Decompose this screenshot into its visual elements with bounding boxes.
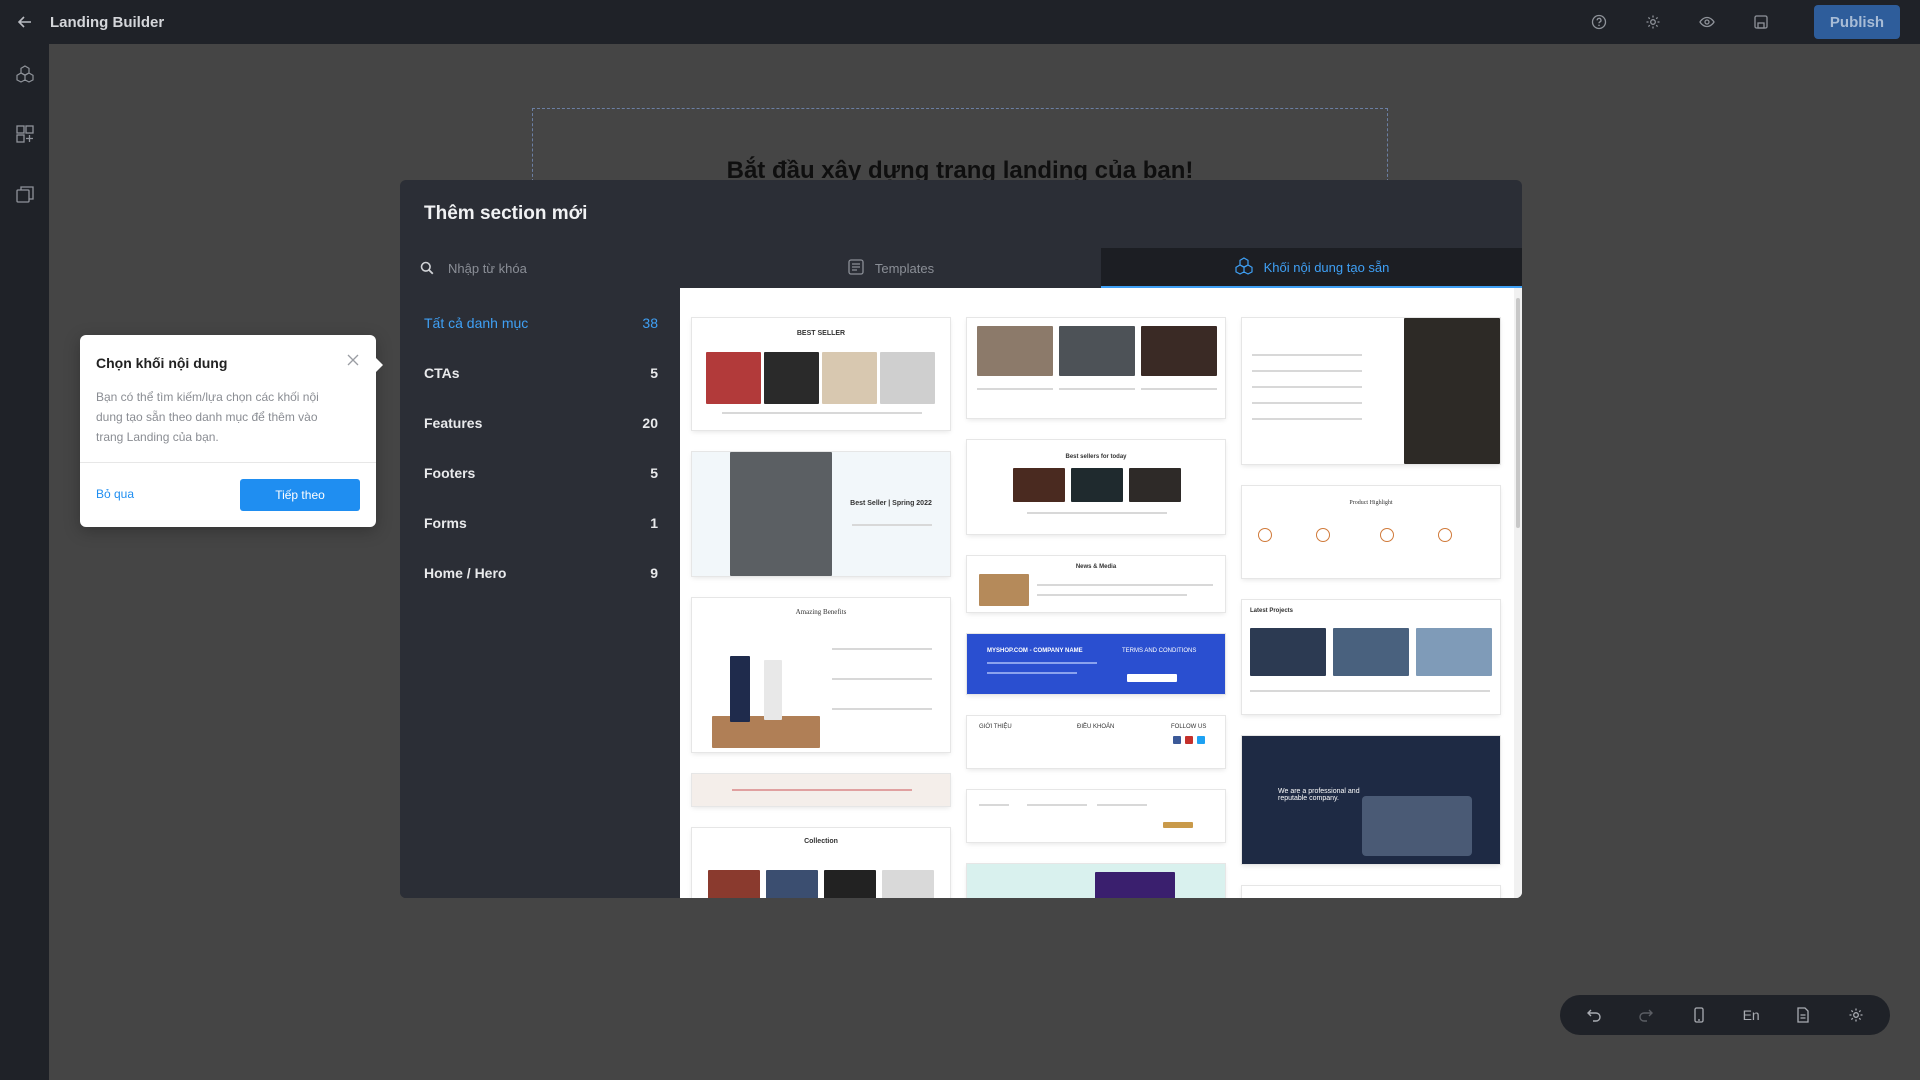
block-preview-card[interactable] (967, 318, 1225, 418)
bottom-toolbar: En (1560, 995, 1890, 1035)
sections-grid-icon[interactable] (0, 104, 49, 164)
block-preview-grid: BEST SELLER Best Seller | Spring 2022 Am… (680, 288, 1514, 898)
tab-label: Templates (874, 260, 935, 276)
block-preview-card[interactable]: MYSHOP.COM - COMPANY NAME TERMS AND COND… (967, 634, 1225, 694)
block-preview-card[interactable] (967, 790, 1225, 842)
tooltip-title: Chọn khối nội dung (96, 355, 228, 371)
preview-title: BEST SELLER (796, 330, 846, 337)
preview-title: TERMS AND CONDITIONS (1122, 648, 1197, 654)
block-preview-card[interactable]: BEST SELLER (692, 318, 950, 430)
preview-title: Latest Projects (1250, 608, 1294, 614)
preview-title: Collection (804, 838, 838, 845)
next-button[interactable]: Tiếp theo (240, 479, 360, 511)
category-sidebar: Nhập từ khóa Tất cả danh mục 38 CTAs 5 Fea… (400, 248, 680, 898)
add-section-modal: Thêm section mới Nhập từ khóa Tất cả dan… (400, 180, 1522, 898)
undo-icon[interactable] (1574, 995, 1614, 1035)
block-preview-card[interactable]: Best sellers for today (967, 440, 1225, 534)
preview-title: News & Media (1075, 564, 1117, 570)
block-preview-card[interactable] (1242, 318, 1500, 464)
search-placeholder: Nhập từ khóa (448, 260, 527, 276)
block-preview-card[interactable] (1242, 886, 1500, 898)
block-preview-card[interactable]: Best Seller | Spring 2022 (692, 452, 950, 576)
block-preview-card[interactable] (967, 864, 1225, 898)
help-icon[interactable] (1572, 0, 1626, 44)
preview-eye-icon[interactable] (1680, 0, 1734, 44)
preview-scrollbar[interactable] (1514, 288, 1522, 898)
onboarding-tooltip: Chọn khối nội dung Bạn có thể tìm kiếm/l… (80, 335, 383, 527)
tooltip-body: Bạn có thể tìm kiếm/lựa chọn các khối nộ… (96, 390, 319, 444)
category-label: CTAs (424, 365, 460, 381)
category-count: 20 (642, 415, 658, 431)
tab-prebuilt-blocks[interactable]: Khối nội dung tạo sẵn (1101, 248, 1522, 288)
preview-title: GIỚI THIỆU (979, 724, 1012, 730)
block-preview-card[interactable]: News & Media (967, 556, 1225, 612)
save-icon[interactable] (1734, 0, 1788, 44)
mobile-view-icon[interactable] (1679, 995, 1719, 1035)
blocks-icon[interactable] (0, 44, 49, 104)
settings-icon[interactable] (1836, 995, 1876, 1035)
search-box[interactable]: Nhập từ khóa (400, 248, 680, 288)
page-settings-icon[interactable] (1783, 995, 1823, 1035)
skip-button[interactable]: Bỏ qua (96, 487, 134, 501)
settings-icon[interactable] (1626, 0, 1680, 44)
language-toggle[interactable]: En (1731, 995, 1771, 1035)
block-preview-card[interactable] (692, 774, 950, 806)
category-count: 1 (650, 515, 658, 531)
category-count: 5 (650, 365, 658, 381)
preview-title: Product Highlight (1349, 500, 1393, 506)
search-icon (420, 261, 434, 275)
top-bar: Landing Builder Publish (0, 0, 1920, 44)
category-label: Features (424, 415, 483, 431)
close-icon[interactable] (346, 353, 360, 372)
block-preview-card[interactable]: We are a professional and reputable comp… (1242, 736, 1500, 864)
category-ctas[interactable]: CTAs 5 (400, 348, 680, 398)
app-title: Landing Builder (50, 13, 165, 31)
tooltip-divider (80, 462, 376, 463)
publish-button[interactable]: Publish (1814, 5, 1900, 39)
category-count: 5 (650, 465, 658, 481)
preview-title: MYSHOP.COM - COMPANY NAME (987, 648, 1083, 654)
category-label: Forms (424, 515, 467, 531)
tab-templates[interactable]: Templates (680, 248, 1101, 288)
preview-title: Best sellers for today (1065, 454, 1127, 460)
preview-title: Amazing Benefits (795, 608, 847, 616)
category-forms[interactable]: Forms 1 (400, 498, 680, 548)
redo-icon[interactable] (1626, 995, 1666, 1035)
blocks-icon (1234, 256, 1254, 279)
category-footers[interactable]: Footers 5 (400, 448, 680, 498)
preview-panel: Templates Khối nội dung tạo sẵn BEST SEL… (680, 248, 1522, 898)
preview-title: FOLLOW US (1171, 724, 1207, 730)
category-label: Home / Hero (424, 565, 507, 581)
left-rail (0, 44, 49, 1080)
back-arrow-icon[interactable] (0, 0, 50, 44)
preview-title: Best Seller | Spring 2022 (850, 500, 932, 507)
tab-label: Khối nội dung tạo sẵn (1263, 259, 1390, 275)
modal-title: Thêm section mới (424, 203, 588, 224)
category-count: 38 (642, 315, 658, 331)
category-label: Footers (424, 465, 476, 481)
pages-icon[interactable] (0, 164, 49, 224)
block-preview-card[interactable]: Latest Projects (1242, 600, 1500, 714)
templates-icon (847, 258, 865, 279)
category-features[interactable]: Features 20 (400, 398, 680, 448)
category-label: Tất cả danh mục (424, 315, 529, 331)
preview-tabs: Templates Khối nội dung tạo sẵn (680, 248, 1522, 288)
category-all[interactable]: Tất cả danh mục 38 (400, 298, 680, 348)
block-preview-card[interactable]: GIỚI THIỆU ĐIỀU KHOẢN FOLLOW US (967, 716, 1225, 768)
preview-title: ĐIỀU KHOẢN (1077, 724, 1115, 730)
block-preview-card[interactable]: Collection (692, 828, 950, 898)
category-home-hero[interactable]: Home / Hero 9 (400, 548, 680, 598)
category-count: 9 (650, 565, 658, 581)
block-preview-card[interactable]: Product Highlight (1242, 486, 1500, 578)
block-preview-card[interactable]: Amazing Benefits (692, 598, 950, 752)
